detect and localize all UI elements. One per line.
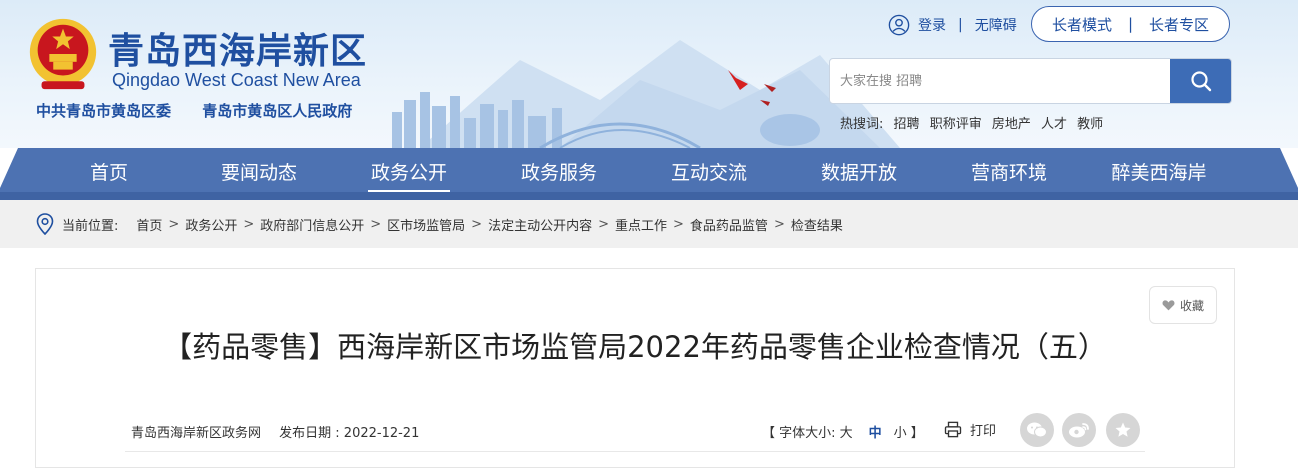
breadcrumb-link[interactable]: 重点工作 (615, 215, 667, 234)
hot-term-link[interactable]: 教师 (1077, 117, 1103, 132)
search-button[interactable] (1170, 59, 1231, 103)
hot-term-link[interactable]: 房地产 (992, 117, 1031, 132)
chevron-right-icon: > (243, 216, 255, 232)
breadcrumb-link[interactable]: 区市场监管局 (387, 215, 465, 234)
wechat-icon (1027, 422, 1047, 438)
font-size-control: 【 字体大小: 大 中小 】 (762, 422, 924, 441)
search-icon (1190, 71, 1211, 92)
breadcrumb-label: 当前位置: (62, 218, 119, 234)
user-icon[interactable] (888, 14, 910, 36)
site-name: 青岛西海岸新区 (108, 31, 368, 72)
nav-item-home[interactable]: 首页 (34, 148, 184, 200)
font-size-small[interactable]: 小 】 (894, 426, 924, 441)
print-button[interactable]: 打印 (944, 420, 996, 439)
hot-search-label: 热搜词: (840, 117, 884, 132)
hot-term-link[interactable]: 招聘 (894, 117, 920, 132)
breadcrumb-link[interactable]: 政务公开 (185, 215, 237, 234)
elder-mode-group: 长者模式 | 长者专区 (1031, 6, 1230, 42)
top-links: 登录 | 无障碍 (888, 14, 1017, 36)
chevron-right-icon: > (471, 216, 483, 232)
publish-date: 发布日期 : 2022-12-21 (279, 426, 420, 441)
chevron-right-icon: > (370, 216, 382, 232)
search-bar (829, 58, 1232, 104)
meta-divider (125, 451, 1145, 452)
org-party-committee[interactable]: 中共青岛市黄岛区委 (36, 102, 171, 120)
favorite-label: 收藏 (1179, 298, 1204, 313)
search-input[interactable] (830, 59, 1170, 103)
elder-zone-button[interactable]: 长者专区 (1149, 14, 1209, 35)
chevron-right-icon: > (673, 216, 684, 232)
nav-item-west-coast-scenery[interactable]: 醉美西海岸 (1084, 148, 1234, 200)
hot-search-terms: 热搜词: 招聘 职称评审 房地产 人才 教师 (840, 113, 1109, 132)
favorite-button[interactable]: 收藏 (1149, 286, 1217, 324)
nav-item-news[interactable]: 要闻动态 (184, 148, 334, 200)
divider: | (958, 17, 963, 33)
font-size-large[interactable]: 【 字体大小: 大 (762, 426, 853, 441)
nav-item-interaction[interactable]: 互动交流 (634, 148, 784, 200)
breadcrumb-link[interactable]: 首页 (136, 215, 162, 234)
accessibility-link[interactable]: 无障碍 (975, 15, 1017, 35)
print-icon (944, 421, 962, 438)
share-wechat-button[interactable] (1020, 413, 1054, 447)
weibo-icon (1069, 423, 1089, 438)
divider: | (1127, 15, 1134, 33)
location-pin-icon (36, 213, 54, 235)
chevron-right-icon: > (773, 216, 785, 232)
nav-item-government-affairs-disclosure[interactable]: 政务公开 (334, 148, 484, 200)
article-meta: 青岛西海岸新区政务网 发布日期 : 2022-12-21 (131, 422, 419, 441)
print-label: 打印 (970, 424, 997, 439)
nav-item-open-data[interactable]: 数据开放 (784, 148, 934, 200)
elder-mode-button[interactable]: 长者模式 (1052, 14, 1112, 35)
share-favorite-button[interactable] (1106, 413, 1140, 447)
organization-names: 中共青岛市黄岛区委 青岛市黄岛区人民政府 (36, 100, 352, 121)
breadcrumb-link[interactable]: 食品药品监管 (690, 215, 768, 234)
share-weibo-button[interactable] (1062, 413, 1096, 447)
site-header: 青岛西海岸新区 Qingdao West Coast New Area 中共青岛… (0, 0, 1298, 148)
chevron-right-icon: > (168, 216, 180, 232)
article-source: 青岛西海岸新区政务网 (131, 426, 262, 441)
article-title: 【药品零售】西海岸新区市场监管局2022年药品零售企业检查情况（五） (163, 330, 1107, 364)
hot-term-link[interactable]: 人才 (1041, 117, 1067, 132)
breadcrumb-current[interactable]: 检查结果 (791, 215, 843, 234)
main-navigation: 首页 要闻动态 政务公开 政务服务 互动交流 数据开放 营商环境 醉美西海岸 (0, 148, 1298, 200)
hot-term-link[interactable]: 职称评审 (930, 117, 982, 132)
nav-item-business-environment[interactable]: 营商环境 (934, 148, 1084, 200)
font-size-medium[interactable]: 中 (869, 426, 882, 441)
heart-icon (1162, 300, 1175, 311)
breadcrumb-link[interactable]: 政府部门信息公开 (260, 215, 364, 234)
breadcrumb-link[interactable]: 法定主动公开内容 (488, 215, 592, 234)
site-name-english: Qingdao West Coast New Area (112, 70, 361, 90)
org-government[interactable]: 青岛市黄岛区人民政府 (202, 102, 352, 120)
nav-item-government-services[interactable]: 政务服务 (484, 148, 634, 200)
star-icon (1115, 422, 1131, 437)
national-emblem-icon (29, 18, 97, 90)
breadcrumb: 当前位置: 首页 > 政务公开 > 政府部门信息公开 > 区市场监管局 > 法定… (0, 200, 1298, 248)
login-link[interactable]: 登录 (918, 15, 946, 35)
chevron-right-icon: > (598, 216, 609, 232)
